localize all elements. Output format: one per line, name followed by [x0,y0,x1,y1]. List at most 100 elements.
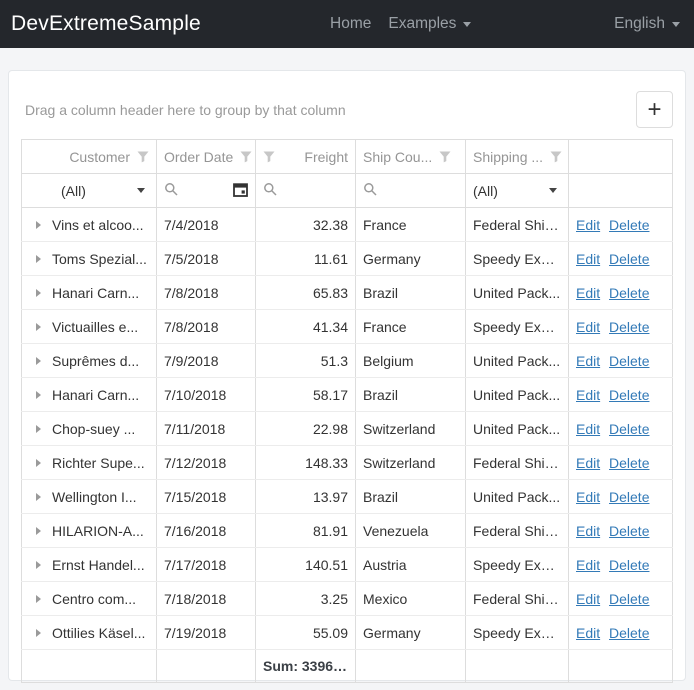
brand-logo[interactable]: DevExtremeSample [11,12,201,36]
edit-link[interactable]: Edit [576,489,600,505]
order-date-cell: 7/9/2018 [157,344,256,378]
delete-link[interactable]: Delete [609,353,649,369]
ship-country-cell: Venezuela [356,514,466,548]
table-row: Vins et alcoo...7/4/201832.38FranceFeder… [22,208,673,242]
row-expand-icon[interactable] [24,493,52,501]
filter-funnel-icon[interactable] [137,151,149,163]
edit-link[interactable]: Edit [576,523,600,539]
language-label: English [614,15,665,33]
group-panel[interactable]: Drag a column header here to group by th… [21,102,346,118]
customer-name: Hanari Carn... [52,387,139,403]
freight-cell: 65.83 [256,276,356,310]
row-expand-icon[interactable] [24,323,52,331]
triangle-right-icon [36,255,41,263]
filter-funnel-icon[interactable] [550,151,562,163]
row-expand-icon[interactable] [24,595,52,603]
column-header-freight[interactable]: Freight [256,140,356,174]
column-header-shipping-name[interactable]: Shipping ... [466,140,569,174]
row-expand-icon[interactable] [24,527,52,535]
shipping-name-cell: Federal Ship... [466,582,569,616]
edit-link[interactable]: Edit [576,217,600,233]
row-expand-icon[interactable] [24,459,52,467]
row-expand-icon[interactable] [24,357,52,365]
commands-cell: Edit Delete [569,310,673,344]
order-date-cell: 7/11/2018 [157,412,256,446]
customer-cell: Vins et alcoo... [22,208,157,242]
nav-item-home[interactable]: Home [330,15,371,33]
edit-link[interactable]: Edit [576,455,600,471]
row-expand-icon[interactable] [24,629,52,637]
customer-cell-content: Centro com... [24,591,149,607]
delete-link[interactable]: Delete [609,251,649,267]
table-row: Ottilies Käsel...7/19/201855.09GermanySp… [22,616,673,650]
language-selector[interactable]: English [614,15,680,33]
nav-item-examples[interactable]: Examples [388,15,471,33]
customer-cell: Chop-suey ... [22,412,157,446]
table-row: Richter Supe...7/12/2018148.33Switzerlan… [22,446,673,480]
delete-link[interactable]: Delete [609,489,649,505]
triangle-right-icon [36,425,41,433]
column-header-order-date[interactable]: Order Date [157,140,256,174]
customer-filter-select[interactable]: (All) [22,174,157,208]
delete-link[interactable]: Delete [609,523,649,539]
delete-link[interactable]: Delete [609,557,649,573]
search-icon [363,182,377,199]
customer-cell: Ottilies Käsel... [22,616,157,650]
summary-empty-cell [356,650,466,683]
customer-cell-content: Hanari Carn... [24,387,149,403]
delete-link[interactable]: Delete [609,625,649,641]
order-date-filter-input[interactable] [157,174,256,208]
grid-toolbar: Drag a column header here to group by th… [21,91,673,128]
ship-country-cell: Switzerland [356,446,466,480]
customer-name: Wellington I... [52,489,137,505]
commands-cell: Edit Delete [569,446,673,480]
ship-country-filter-input[interactable] [356,174,466,208]
column-header-customer[interactable]: Customer [22,140,157,174]
edit-link[interactable]: Edit [576,251,600,267]
delete-link[interactable]: Delete [609,387,649,403]
ship-country-cell: France [356,310,466,344]
commands-cell: Edit Delete [569,616,673,650]
shipping-name-cell: United Pack... [466,344,569,378]
edit-link[interactable]: Edit [576,625,600,641]
delete-link[interactable]: Delete [609,285,649,301]
customer-name: Hanari Carn... [52,285,139,301]
shipping-filter-select[interactable]: (All) [466,174,569,208]
freight-cell: 41.34 [256,310,356,344]
customer-name: Ottilies Käsel... [52,625,145,641]
row-expand-icon[interactable] [24,255,52,263]
edit-link[interactable]: Edit [576,387,600,403]
edit-link[interactable]: Edit [576,591,600,607]
edit-link[interactable]: Edit [576,421,600,437]
commands-cell: Edit Delete [569,548,673,582]
customer-cell: Richter Supe... [22,446,157,480]
add-row-button[interactable]: + [636,91,673,128]
filter-funnel-icon[interactable] [240,151,252,163]
order-date-cell: 7/8/2018 [157,276,256,310]
filter-funnel-icon[interactable] [263,151,275,163]
table-row: Chop-suey ...7/11/201822.98SwitzerlandUn… [22,412,673,446]
edit-link[interactable]: Edit [576,319,600,335]
edit-link[interactable]: Edit [576,557,600,573]
delete-link[interactable]: Delete [609,319,649,335]
row-expand-icon[interactable] [24,391,52,399]
row-expand-icon[interactable] [24,289,52,297]
delete-link[interactable]: Delete [609,455,649,471]
edit-link[interactable]: Edit [576,353,600,369]
customer-cell-content: Ottilies Käsel... [24,625,149,641]
commands-cell: Edit Delete [569,242,673,276]
delete-link[interactable]: Delete [609,421,649,437]
edit-link[interactable]: Edit [576,285,600,301]
nav-home-label: Home [330,15,371,33]
filter-funnel-icon[interactable] [439,151,451,163]
delete-link[interactable]: Delete [609,217,649,233]
delete-link[interactable]: Delete [609,591,649,607]
calendar-icon[interactable] [233,182,248,200]
row-expand-icon[interactable] [24,561,52,569]
freight-filter-input[interactable] [256,174,356,208]
row-expand-icon[interactable] [24,221,52,229]
column-header-ship-country[interactable]: Ship Cou... [356,140,466,174]
ship-country-cell: Belgium [356,344,466,378]
customer-cell-content: Toms Spezial... [24,251,149,267]
row-expand-icon[interactable] [24,425,52,433]
